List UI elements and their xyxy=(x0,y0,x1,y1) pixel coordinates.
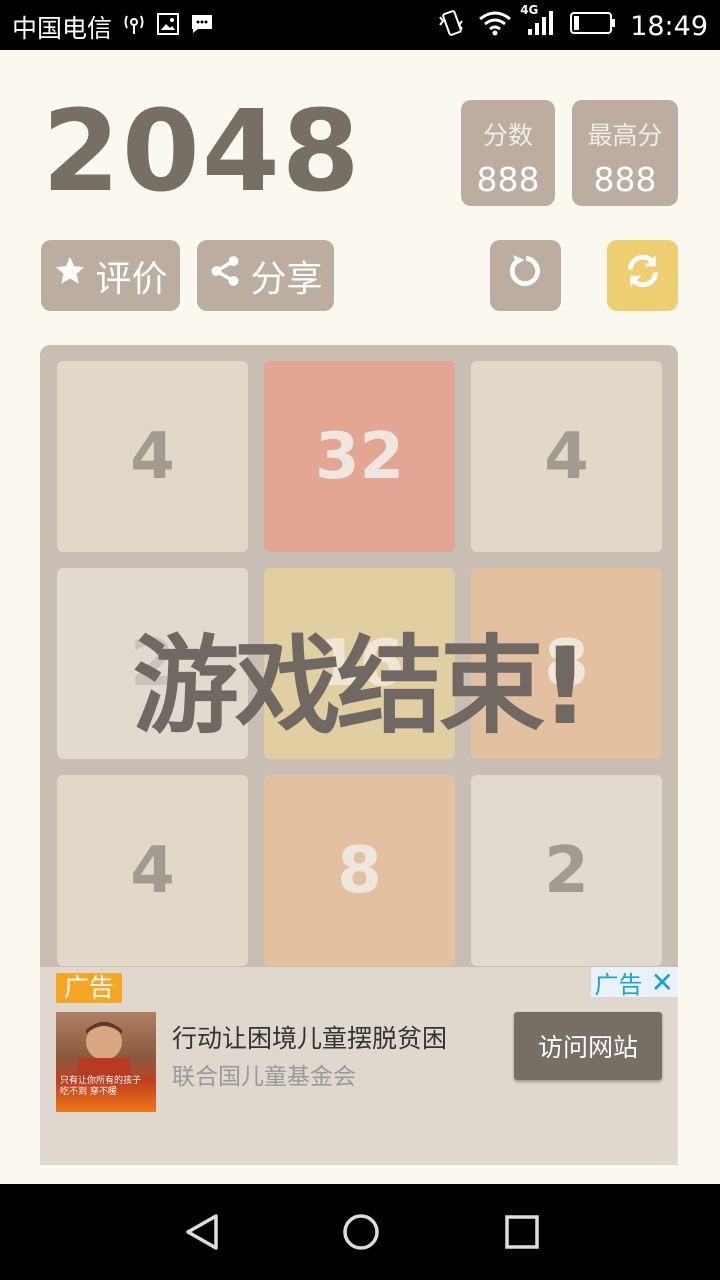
home-icon[interactable] xyxy=(341,1212,381,1256)
back-icon[interactable] xyxy=(182,1212,222,1256)
tile: 4 xyxy=(57,361,248,552)
tile: 4 xyxy=(471,361,662,552)
image-icon xyxy=(156,12,180,42)
tile: 32 xyxy=(264,361,455,552)
game-over-message: 游戏结束! xyxy=(132,625,589,748)
clock: 18:49 xyxy=(630,10,708,42)
score-label: 分数 xyxy=(482,121,533,150)
refresh-icon xyxy=(624,252,662,299)
visit-site-button[interactable]: 访问网站 xyxy=(514,1012,662,1080)
navigation-bar xyxy=(0,1184,720,1280)
restart-button[interactable] xyxy=(607,240,678,311)
hotspot-icon xyxy=(122,12,146,42)
ad-headline[interactable]: 行动让困境儿童摆脱贫困 xyxy=(172,1019,447,1055)
signal-icon: 4G xyxy=(520,3,556,43)
close-icon[interactable]: ✕ xyxy=(647,966,678,999)
ad-advertiser: 联合国儿童基金会 xyxy=(172,1064,356,1090)
undo-button[interactable] xyxy=(490,240,561,311)
share-label: 分享 xyxy=(250,258,323,300)
network-type: 4G xyxy=(520,3,539,17)
game-title: 2048 xyxy=(42,87,362,217)
rate-button[interactable]: 评价 xyxy=(41,240,180,311)
tile: 2 xyxy=(471,775,662,966)
ad-banner[interactable]: 广告 广告 ✕ 只有让你所有的孩子 吃不到 穿不暖 行动让困境儿童摆脱贫困 联合… xyxy=(40,966,678,1165)
star-icon xyxy=(53,254,87,297)
ad-image-caption-1: 只有让你所有的孩子 xyxy=(60,1076,142,1086)
ad-tag: 广告 xyxy=(56,973,123,1003)
best-score-label: 最高分 xyxy=(587,121,663,150)
tile: 4 xyxy=(57,775,248,966)
best-score-box: 最高分 888 xyxy=(572,100,678,206)
tile: 8 xyxy=(264,775,455,966)
recents-icon[interactable] xyxy=(502,1212,542,1256)
status-bar: 中国电信 4G 18:49 xyxy=(0,0,720,50)
best-score-value: 888 xyxy=(593,160,657,199)
message-icon xyxy=(190,12,214,42)
undo-icon xyxy=(507,252,545,299)
carrier-name: 中国电信 xyxy=(12,14,113,43)
score-value: 888 xyxy=(476,160,540,199)
share-button[interactable]: 分享 xyxy=(197,240,334,311)
vibrate-icon xyxy=(438,9,464,43)
ad-badge: 广告 ✕ xyxy=(590,966,678,999)
battery-icon xyxy=(570,11,616,41)
wifi-icon xyxy=(478,10,512,42)
score-box: 分数 888 xyxy=(461,100,555,206)
ad-badge-label: 广告 xyxy=(594,970,643,999)
ad-image-caption-2: 吃不到 穿不暖 xyxy=(60,1087,117,1097)
rate-label: 评价 xyxy=(95,258,168,300)
ad-image[interactable]: 只有让你所有的孩子 吃不到 穿不暖 xyxy=(56,1012,156,1112)
share-icon xyxy=(208,254,242,297)
